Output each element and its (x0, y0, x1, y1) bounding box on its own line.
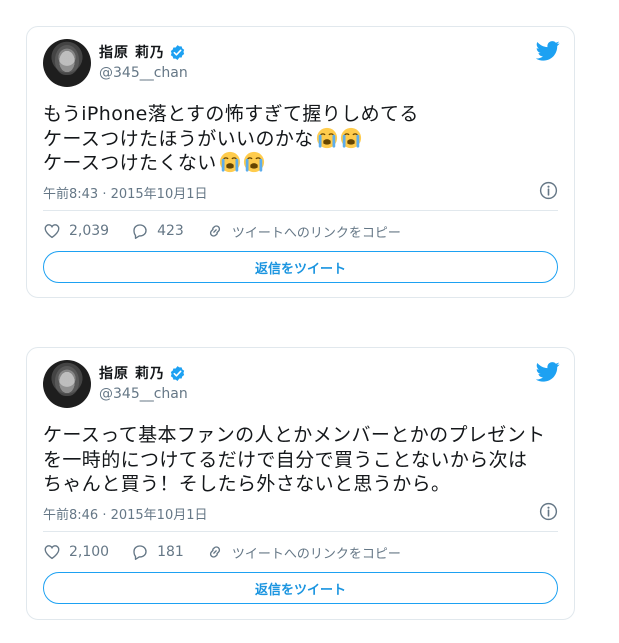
reply-bubble-icon (133, 545, 147, 560)
verified-badge-icon (170, 44, 185, 60)
info-icon[interactable] (539, 502, 558, 521)
tweet-text-line: もうiPhone落とすの怖すぎて握りしめてる (43, 103, 419, 125)
tweet-card[interactable]: 指原 莉乃 @345__chan もうiPhone落とすの怖すぎて握りしめてる … (26, 26, 575, 298)
action-bar: 2,100 181 ツイートへのリンクをコピー (43, 542, 423, 562)
display-name[interactable]: 指原 莉乃 (99, 363, 165, 383)
loudly-crying-face-emoji (219, 151, 240, 173)
handle[interactable]: @345__chan (99, 65, 188, 81)
copy-link-button[interactable]: ツイートへのリンクをコピー (206, 543, 401, 562)
divider (43, 210, 558, 211)
link-icon (209, 546, 220, 558)
copy-link-label: ツイートへのリンクをコピー (231, 225, 401, 241)
tweet-text: もうiPhone落とすの怖すぎて握りしめてる ケースつけたほうがいいのかな ケー… (43, 102, 558, 176)
tweet-text-line: を一時的につけてるだけで自分で買うことないから次は (43, 448, 528, 471)
copy-link-button[interactable]: ツイートへのリンクをコピー (206, 222, 401, 241)
reply-tweet-button[interactable]: 返信をツイート (43, 572, 558, 604)
timestamp[interactable]: 午前8:46 · 2015年10月1日 (43, 504, 208, 523)
loudly-crying-face-emoji (316, 127, 337, 148)
info-icon[interactable] (539, 181, 558, 200)
reply-bubble-icon (133, 224, 147, 239)
avatar[interactable] (43, 39, 91, 87)
like-count: 2,039 (69, 223, 110, 239)
copy-link-label: ツイートへのリンクをコピー (231, 546, 401, 562)
like-button[interactable]: 2,039 (43, 222, 109, 240)
handle[interactable]: @345__chan (99, 386, 188, 402)
loudly-crying-face-emoji (243, 151, 264, 173)
tweet-text-line-with-emoji: ケースつけたくない (43, 151, 558, 176)
tweet-text-line: ケースって基本ファンの人とかメンバーとかのプレゼント (43, 424, 546, 446)
like-button[interactable]: 2,100 (43, 543, 109, 561)
link-icon (209, 225, 220, 237)
reply-button[interactable]: 423 (131, 222, 184, 240)
like-count: 2,100 (69, 544, 110, 560)
avatar[interactable] (43, 360, 91, 408)
tweet-text-line-with-emoji: ケースつけたほうがいいのかな (43, 127, 558, 152)
reply-count: 181 (157, 544, 184, 560)
tweet-text-line: ちゃんと買う！そしたら外さないと思うから。 (43, 473, 451, 495)
reply-button[interactable]: 181 (131, 543, 184, 561)
heart-icon (44, 545, 60, 560)
heart-icon (44, 224, 60, 239)
reply-tweet-button[interactable]: 返信をツイート (43, 251, 558, 283)
loudly-crying-face-emoji (340, 127, 361, 148)
verified-badge-icon (170, 365, 185, 381)
display-name[interactable]: 指原 莉乃 (99, 42, 165, 62)
author-name-row[interactable]: 指原 莉乃 (99, 43, 186, 61)
tweet-text-line: ケースつけたほうがいいのかな (43, 127, 314, 150)
tweet-card[interactable]: 指原 莉乃 @345__chan ケースって基本ファンの人とかメンバーとかのプレ… (26, 347, 575, 620)
action-bar: 2,039 423 ツイートへのリンクをコピー (43, 221, 423, 241)
twitter-bird-icon[interactable] (536, 41, 560, 61)
author-name-row[interactable]: 指原 莉乃 (99, 364, 186, 382)
divider (43, 531, 558, 532)
tweet-text: ケースって基本ファンの人とかメンバーとかのプレゼント を一時的につけてるだけで自… (43, 423, 558, 497)
twitter-bird-icon[interactable] (536, 362, 560, 382)
reply-count: 423 (157, 223, 184, 239)
timestamp[interactable]: 午前8:43 · 2015年10月1日 (43, 183, 208, 202)
tweet-text-line: ケースつけたくない (43, 152, 217, 174)
